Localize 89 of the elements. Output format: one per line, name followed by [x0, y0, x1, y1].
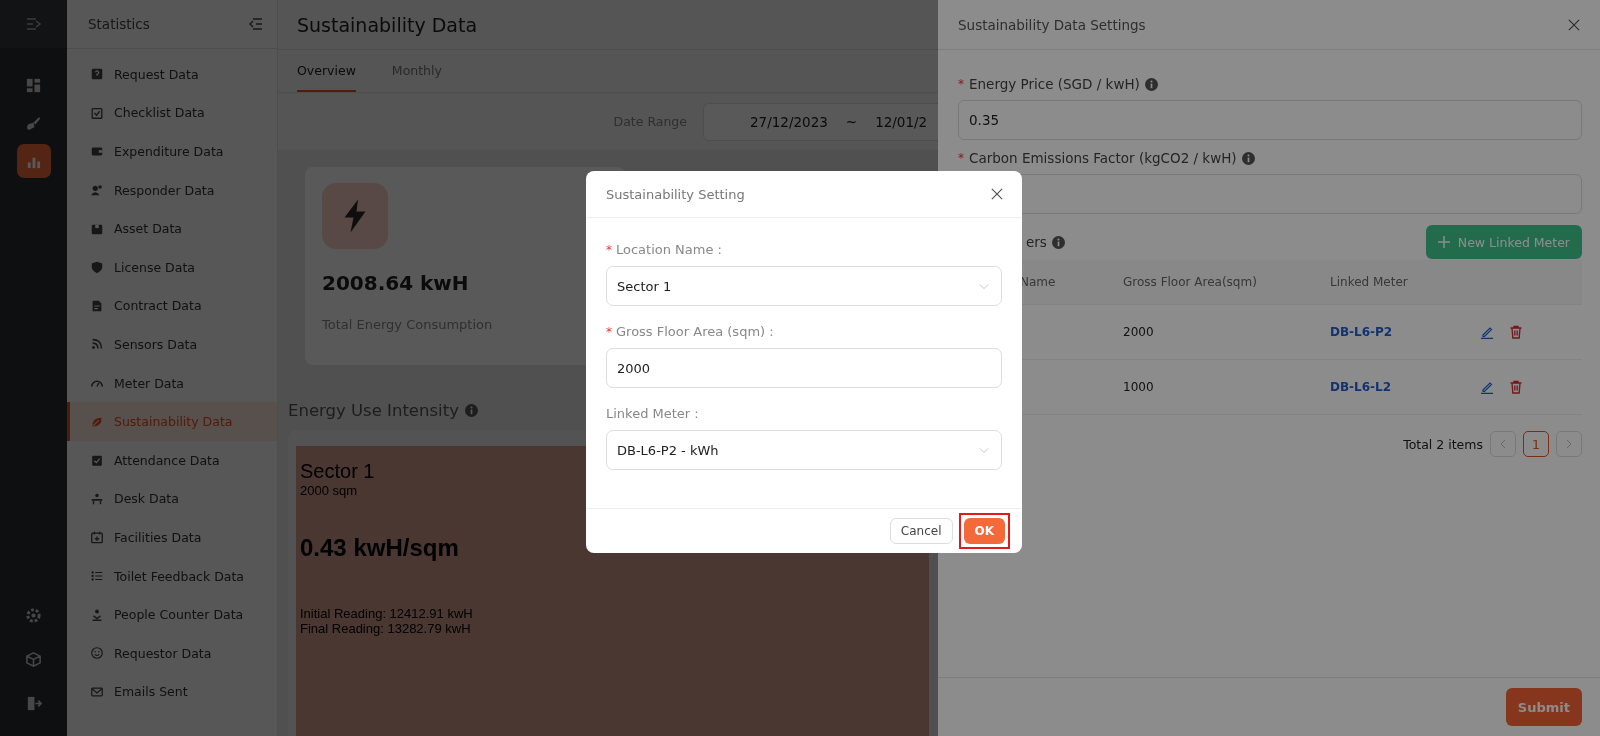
collapse-icon[interactable] — [249, 18, 263, 30]
close-icon[interactable] — [1568, 18, 1580, 31]
energy-value: 2008.64 kwH — [322, 271, 470, 295]
settings-icon[interactable] — [25, 606, 42, 624]
page-title: Sustainability Data — [297, 13, 478, 36]
meter-link[interactable]: DB-L6-P2 — [1330, 325, 1393, 339]
people-icon — [90, 183, 104, 198]
initial-reading: Initial Reading: 12412.91 kwH — [300, 606, 474, 621]
chevron-down-icon — [979, 282, 989, 290]
info-icon — [1051, 235, 1065, 249]
dashboard-icon — [25, 76, 42, 94]
required-mark: * — [958, 77, 964, 91]
sidebar-item[interactable]: Checklist Data — [67, 93, 277, 133]
submit-button[interactable]: Submit — [1505, 688, 1582, 726]
sidebar-title: Statistics — [88, 16, 150, 32]
desk-icon — [90, 491, 104, 506]
checklist-icon — [90, 105, 104, 120]
select-field[interactable]: Sector 1 — [606, 266, 1002, 306]
required-mark: * — [606, 324, 612, 339]
sidebar-item[interactable]: Requestor Data — [67, 633, 277, 673]
edit-icon[interactable] — [1480, 380, 1494, 394]
sidebar-item[interactable]: Responder Data — [67, 170, 277, 210]
intensity-value: 0.43 kwH/sqm — [300, 534, 460, 562]
smiley-icon — [90, 646, 104, 661]
edit-icon[interactable] — [1480, 325, 1494, 339]
date-range-picker[interactable]: 27/12/2023 ~ 12/01/2 — [703, 102, 939, 141]
input-field[interactable]: 2000 — [606, 348, 1002, 388]
document-icon — [90, 298, 104, 313]
field-label: Location Name : — [616, 242, 722, 257]
select-field[interactable]: DB-L6-P2 - kWh — [606, 430, 1002, 470]
cube-icon[interactable] — [25, 650, 42, 668]
total-items: Total 2 items — [1403, 436, 1483, 452]
sidebar-item[interactable]: Facilities Data — [67, 518, 277, 557]
close-icon[interactable] — [991, 188, 1003, 200]
final-reading: Final Reading: 13282.79 kwH — [300, 621, 472, 636]
cancel-button[interactable]: Cancel — [889, 518, 953, 544]
table-cell-text: 2000 — [1123, 325, 1155, 339]
sidebar-item[interactable]: People Counter Data — [67, 595, 277, 634]
shield-icon — [90, 260, 104, 275]
clipboard-icon — [90, 453, 104, 468]
info-icon — [464, 404, 478, 417]
table-cell-text: 1000 — [1123, 380, 1155, 394]
sidebar-item[interactable]: Sensors Data — [67, 325, 277, 364]
new-linked-meter-button[interactable]: New Linked Meter — [1425, 225, 1582, 259]
expand-menu-icon[interactable] — [25, 17, 42, 31]
section-label: ers — [1026, 234, 1047, 250]
column-header: Linked Meter — [1330, 275, 1408, 289]
ok-button[interactable]: OK — [963, 518, 1005, 544]
chevron-down-icon — [979, 446, 989, 454]
sidebar-item[interactable]: Request Data — [67, 55, 277, 94]
list-icon — [90, 569, 104, 583]
sidebar-item[interactable]: Asset Data — [67, 209, 277, 248]
logout-icon[interactable] — [25, 694, 42, 712]
sidebar-item[interactable]: Meter Data — [67, 363, 277, 403]
column-header: Gross Floor Area(sqm) — [1123, 275, 1257, 289]
required-mark: * — [606, 242, 612, 257]
field-label: Linked Meter : — [606, 406, 699, 421]
sector-name: Sector 1 — [300, 460, 376, 483]
sidebar-item[interactable]: Expenditure Data — [67, 132, 277, 171]
delete-icon[interactable] — [1509, 380, 1523, 394]
field-label: Carbon Emissions Factor (kgCO2 / kwH) — [969, 150, 1237, 166]
rail-button[interactable] — [16, 144, 51, 178]
question-icon — [90, 67, 104, 82]
sidebar-item[interactable]: Toilet Feedback Data — [67, 556, 277, 596]
signal-icon — [90, 337, 104, 352]
info-icon — [1241, 151, 1255, 165]
sidebar-item[interactable]: Attendance Data — [67, 440, 277, 480]
info-icon — [1144, 77, 1158, 91]
dialog-title: Sustainability Setting — [606, 186, 745, 202]
sidebar-item[interactable]: Emails Sent — [67, 672, 277, 712]
sidebar-item[interactable]: Sustainability Data — [67, 402, 277, 441]
required-mark: * — [958, 151, 964, 165]
calendar-icon — [90, 530, 104, 545]
field-label: Gross Floor Area (sqm) : — [616, 324, 774, 339]
mail-icon — [90, 684, 104, 699]
meter-link[interactable]: DB-L6-L2 — [1330, 380, 1392, 394]
person-icon — [90, 607, 104, 622]
delete-icon[interactable] — [1509, 325, 1523, 339]
sector-area: 2000 sqm — [300, 483, 925, 498]
previous-page-icon[interactable] — [1499, 439, 1507, 449]
drawer-title: Sustainability Data Settings — [958, 16, 1146, 33]
page-button[interactable]: 1 — [1523, 431, 1549, 457]
sidebar-item[interactable]: Desk Data — [67, 479, 277, 519]
sidebar-item[interactable]: License Data — [67, 247, 277, 287]
input-field[interactable]: 0.35 — [958, 100, 1582, 140]
next-page-icon[interactable] — [1565, 439, 1573, 449]
field-label: Energy Price (SGD / kwH) — [969, 76, 1140, 92]
plus-icon — [1437, 236, 1450, 248]
sidebar-item[interactable]: Contract Data — [67, 286, 277, 326]
